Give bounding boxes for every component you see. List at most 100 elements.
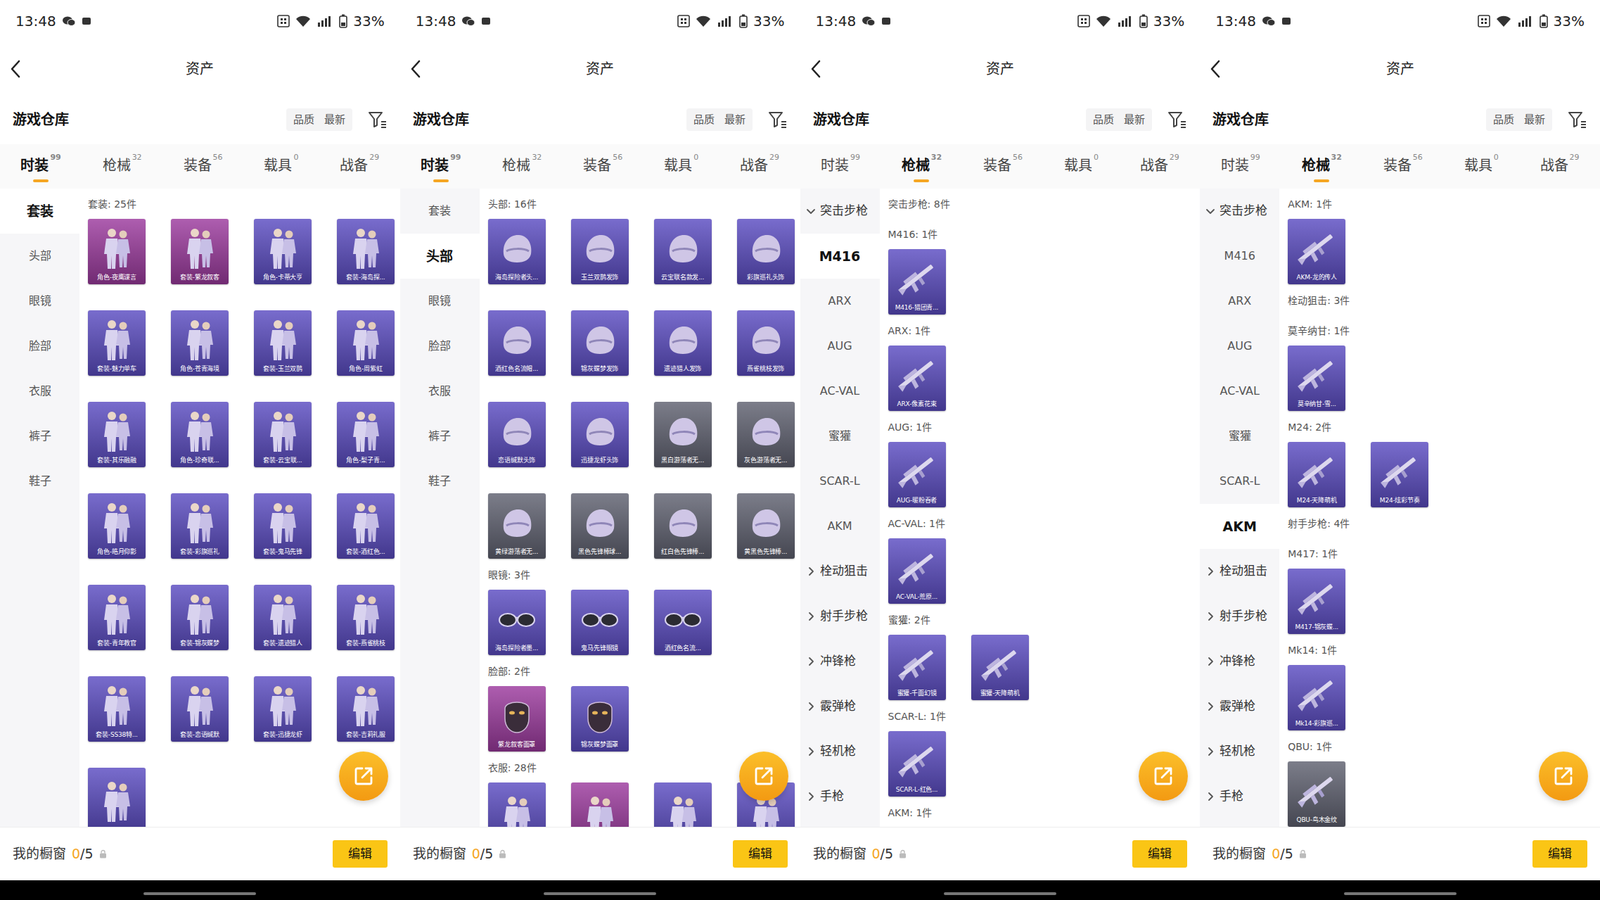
- item-card[interactable]: M417-锦灰蝶...: [1287, 568, 1346, 634]
- item-card[interactable]: 酒红色名流帽...: [488, 310, 546, 376]
- item-card[interactable]: 角色-珍奇联...: [170, 401, 229, 467]
- share-icon[interactable]: [752, 764, 776, 787]
- item-card[interactable]: M416-猎团青...: [888, 248, 946, 315]
- category-tab[interactable]: 装备56: [1383, 150, 1423, 183]
- sidebar-item[interactable]: M416: [800, 233, 880, 279]
- category-tab[interactable]: 载具0: [1064, 150, 1099, 183]
- item-card[interactable]: 套装-魅力单车: [87, 310, 146, 376]
- edit-button[interactable]: 编辑: [1132, 839, 1188, 868]
- category-tab[interactable]: 枪械32: [901, 150, 942, 183]
- item-card[interactable]: 套装-锦灰蝶梦: [170, 584, 229, 650]
- sort-option[interactable]: 最新: [320, 110, 350, 130]
- sidebar-item[interactable]: SCAR-L: [1199, 458, 1280, 504]
- item-card[interactable]: 套装-SS38特...: [87, 675, 146, 742]
- item-card[interactable]: 灰色游荡者无...: [737, 401, 795, 467]
- item-card[interactable]: Mk14-彩旗巡...: [1287, 664, 1346, 731]
- sidebar-item[interactable]: 脸部: [0, 323, 80, 369]
- chevron-right-icon[interactable]: [1205, 656, 1216, 667]
- item-card[interactable]: 套装-繁龙叙客: [170, 218, 229, 285]
- item-card[interactable]: M24-天降萌机: [1287, 441, 1346, 508]
- item-card[interactable]: 繁龙叙客面罩: [488, 685, 546, 752]
- chevron-right-icon[interactable]: [805, 701, 816, 712]
- chevron-right-icon[interactable]: [1205, 746, 1216, 757]
- category-tab[interactable]: 枪械32: [102, 150, 143, 183]
- chevron-right-icon[interactable]: [805, 791, 816, 802]
- home-indicator[interactable]: [1344, 891, 1457, 895]
- item-card[interactable]: 套装-海岛探...: [336, 218, 395, 285]
- item-card[interactable]: 角色-皓月仰影: [87, 493, 146, 559]
- item-card[interactable]: 锦灰蝶梦面罩: [571, 685, 629, 752]
- share-icon[interactable]: [352, 764, 375, 787]
- item-card[interactable]: 角色-苍青海境: [170, 310, 229, 376]
- category-tab[interactable]: 时装99: [1220, 150, 1261, 183]
- sort-option[interactable]: 最新: [720, 110, 750, 130]
- item-card[interactable]: 角色-卡蒂大亨: [253, 218, 312, 285]
- sidebar-item[interactable]: 眼镜: [400, 278, 480, 324]
- item-card[interactable]: 套装-恋语缄默: [170, 675, 229, 742]
- sidebar-item[interactable]: ARX: [1199, 278, 1280, 324]
- sort-option[interactable]: 品质: [1488, 110, 1519, 130]
- chevron-right-icon[interactable]: [805, 746, 816, 757]
- item-card[interactable]: 黄黑色先锋棒...: [737, 493, 795, 559]
- sidebar-item[interactable]: 脸部: [400, 323, 480, 369]
- category-tab[interactable]: 时装99: [420, 150, 461, 183]
- category-tab[interactable]: 战备29: [339, 150, 380, 183]
- item-card[interactable]: 套装-鬼马先锋: [253, 493, 312, 559]
- item-card[interactable]: 套装-彩旗巡礼: [170, 493, 229, 559]
- filter-icon[interactable]: [1167, 110, 1188, 129]
- item-card[interactable]: 海岛探险者头...: [488, 218, 546, 285]
- chevron-right-icon[interactable]: [1205, 566, 1216, 576]
- category-tab[interactable]: 载具0: [1464, 150, 1499, 183]
- item-card[interactable]: 遗迹猎人发饰: [654, 310, 712, 376]
- sidebar-item[interactable]: 眼镜: [0, 278, 80, 324]
- sidebar-item[interactable]: 蜜獾: [1199, 413, 1280, 459]
- item-card[interactable]: 套装-吉莉礼服: [336, 675, 395, 742]
- category-tab[interactable]: 载具0: [263, 150, 299, 183]
- chevron-right-icon[interactable]: [1205, 791, 1216, 802]
- sidebar-group[interactable]: 手枪: [800, 773, 880, 819]
- item-card[interactable]: 莫辛纳甘-雪...: [1287, 345, 1346, 411]
- chevron-right-icon[interactable]: [1205, 611, 1216, 622]
- sidebar-item[interactable]: 套装: [0, 188, 80, 234]
- filter-icon[interactable]: [1567, 110, 1588, 129]
- chevron-right-icon[interactable]: [805, 611, 816, 622]
- sidebar-item[interactable]: 鞋子: [0, 458, 80, 504]
- sidebar-group[interactable]: 轻机枪: [800, 728, 880, 774]
- sort-option[interactable]: 品质: [1088, 110, 1119, 130]
- category-tab[interactable]: 时装99: [820, 150, 861, 183]
- share-icon[interactable]: [1152, 764, 1175, 787]
- sidebar-item[interactable]: 裤子: [400, 413, 480, 459]
- chevron-down-icon[interactable]: [1205, 206, 1216, 216]
- sidebar-group[interactable]: 冲锋枪: [1199, 638, 1280, 684]
- sidebar-item[interactable]: M416: [1199, 233, 1280, 279]
- share-button[interactable]: [1138, 751, 1188, 801]
- chevron-right-icon[interactable]: [805, 656, 816, 667]
- item-card[interactable]: [571, 782, 629, 827]
- sidebar-group[interactable]: 手枪: [1199, 773, 1280, 819]
- item-card[interactable]: 红白色先锋棒...: [654, 493, 712, 559]
- sidebar-item[interactable]: 头部: [400, 233, 480, 279]
- share-button[interactable]: [739, 751, 789, 801]
- sidebar-item[interactable]: AC-VAL: [800, 368, 880, 414]
- category-tab[interactable]: 时装99: [20, 150, 61, 183]
- sidebar-group[interactable]: 霰弹枪: [1199, 683, 1280, 729]
- filter-icon[interactable]: [367, 110, 388, 129]
- item-card[interactable]: 套装-青年教官: [87, 584, 146, 650]
- item-card[interactable]: AC-VAL-荒原...: [888, 538, 946, 604]
- home-indicator[interactable]: [143, 891, 256, 895]
- item-card[interactable]: M24-炫彩节奏: [1370, 441, 1429, 508]
- item-card[interactable]: 黑色先锋棒球...: [571, 493, 629, 559]
- item-card[interactable]: 鬼马先锋眼镜: [571, 589, 629, 655]
- item-card[interactable]: 迅捷龙虾头饰: [571, 401, 629, 467]
- item-card[interactable]: 恋语缄默头饰: [488, 401, 546, 467]
- item-card[interactable]: SCAR-L-红色...: [888, 730, 946, 797]
- item-card[interactable]: 套装-遗迹猎人: [253, 584, 312, 650]
- sidebar-item[interactable]: 衣服: [400, 368, 480, 414]
- share-icon[interactable]: [1552, 764, 1575, 787]
- sidebar-group[interactable]: 霰弹枪: [800, 683, 880, 729]
- chevron-right-icon[interactable]: [1205, 701, 1216, 712]
- sidebar-item[interactable]: 头部: [0, 233, 80, 279]
- category-tab[interactable]: 装备56: [583, 150, 623, 183]
- sidebar-item[interactable]: AKM: [800, 503, 880, 549]
- sidebar-item[interactable]: ARX: [800, 278, 880, 324]
